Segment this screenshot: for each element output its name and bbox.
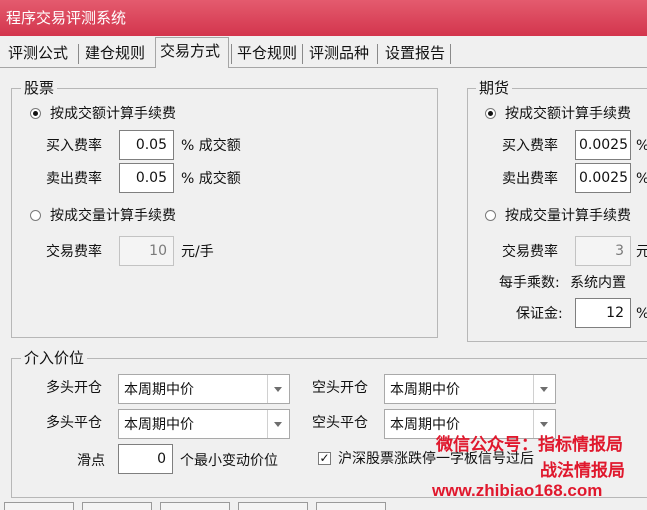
entry-price-group-title: 介入价位 xyxy=(21,349,88,367)
futures-multiplier-label: 每手乘数: xyxy=(499,275,560,291)
stock-sell-rate-unit: % 成交额 xyxy=(181,171,241,187)
tab-close-rules[interactable]: 平仓规则 xyxy=(233,40,301,66)
stock-sell-rate-label: 卖出费率 xyxy=(46,171,102,187)
stock-trade-rate-unit: 元/手 xyxy=(181,244,214,260)
stock-buy-rate-label: 买入费率 xyxy=(46,138,102,154)
limit-check-checkbox[interactable]: ✓ xyxy=(318,452,331,465)
futures-margin-unit: % xyxy=(636,304,647,324)
short-open-value: 本周期中价 xyxy=(390,382,460,398)
futures-by-amount-radio[interactable] xyxy=(485,108,496,119)
stock-trade-rate-input[interactable] xyxy=(119,236,174,266)
long-close-value: 本周期中价 xyxy=(124,417,194,433)
long-close-select[interactable]: 本周期中价 xyxy=(118,409,290,439)
futures-sell-rate-input[interactable] xyxy=(575,163,631,193)
bottom-button[interactable] xyxy=(4,502,74,510)
stock-sell-rate-input[interactable] xyxy=(119,163,174,193)
window-title: 程序交易评测系统 xyxy=(6,9,127,27)
long-open-select[interactable]: 本周期中价 xyxy=(118,374,290,404)
short-close-label: 空头平仓 xyxy=(312,415,368,431)
futures-trade-rate-unit: 元 xyxy=(636,244,647,260)
tab-separator xyxy=(302,44,303,64)
futures-sell-rate-label: 卖出费率 xyxy=(502,171,558,187)
futures-buy-rate-unit: % xyxy=(636,136,647,156)
tab-separator xyxy=(377,44,378,64)
futures-buy-rate-input[interactable] xyxy=(575,130,631,160)
bottom-button[interactable] xyxy=(82,502,152,510)
futures-sell-rate-unit: % xyxy=(636,169,647,189)
chevron-down-icon[interactable] xyxy=(267,375,289,403)
slippage-label: 滑点 xyxy=(77,453,105,469)
futures-by-volume-radio[interactable] xyxy=(485,210,496,221)
futures-trade-rate-input[interactable] xyxy=(575,236,631,266)
futures-by-volume-label: 按成交量计算手续费 xyxy=(505,208,631,224)
tab-divider xyxy=(0,67,647,68)
stock-buy-rate-input[interactable] xyxy=(119,130,174,160)
title-bar: 程序交易评测系统 xyxy=(0,0,647,36)
bottom-button[interactable] xyxy=(316,502,386,510)
tab-separator xyxy=(450,44,451,64)
long-open-label: 多头开仓 xyxy=(46,380,102,396)
watermark-line2: 战法情报局 xyxy=(540,461,625,480)
futures-trade-rate-label: 交易费率 xyxy=(502,244,558,260)
tab-separator xyxy=(231,44,232,64)
stock-buy-rate-unit: % 成交额 xyxy=(181,138,241,154)
watermark-line1: 微信公众号：指标情报局 xyxy=(436,435,623,454)
slippage-unit: 个最小变动价位 xyxy=(180,453,278,469)
tab-open-rules[interactable]: 建仓规则 xyxy=(81,40,149,66)
bottom-button[interactable] xyxy=(238,502,308,510)
stock-by-volume-radio[interactable] xyxy=(30,210,41,221)
stock-by-volume-label: 按成交量计算手续费 xyxy=(50,208,176,224)
futures-margin-input[interactable] xyxy=(575,298,631,328)
chevron-down-icon[interactable] xyxy=(267,410,289,438)
stock-by-amount-label: 按成交额计算手续费 xyxy=(50,106,176,122)
tab-report-settings[interactable]: 设置报告 xyxy=(381,40,449,66)
futures-by-amount-label: 按成交额计算手续费 xyxy=(505,106,631,122)
futures-buy-rate-label: 买入费率 xyxy=(502,138,558,154)
short-open-select[interactable]: 本周期中价 xyxy=(384,374,556,404)
tab-trade-mode[interactable]: 交易方式 xyxy=(155,37,229,68)
slippage-input[interactable] xyxy=(118,444,173,474)
tab-formula[interactable]: 评测公式 xyxy=(4,40,72,66)
chevron-down-icon[interactable] xyxy=(533,375,555,403)
stock-group-title: 股票 xyxy=(21,79,58,97)
tab-instruments[interactable]: 评测品种 xyxy=(305,40,373,66)
stock-by-amount-radio[interactable] xyxy=(30,108,41,119)
long-close-label: 多头平仓 xyxy=(46,415,102,431)
long-open-value: 本周期中价 xyxy=(124,382,194,398)
stock-trade-rate-label: 交易费率 xyxy=(46,244,102,260)
watermark-url: www.zhibiao168.com xyxy=(432,481,603,500)
futures-multiplier-value: 系统内置 xyxy=(570,275,626,291)
futures-margin-label: 保证金: xyxy=(516,306,563,322)
short-open-label: 空头开仓 xyxy=(312,380,368,396)
futures-group-title: 期货 xyxy=(476,79,513,97)
bottom-button[interactable] xyxy=(160,502,230,510)
tab-separator xyxy=(78,44,79,64)
